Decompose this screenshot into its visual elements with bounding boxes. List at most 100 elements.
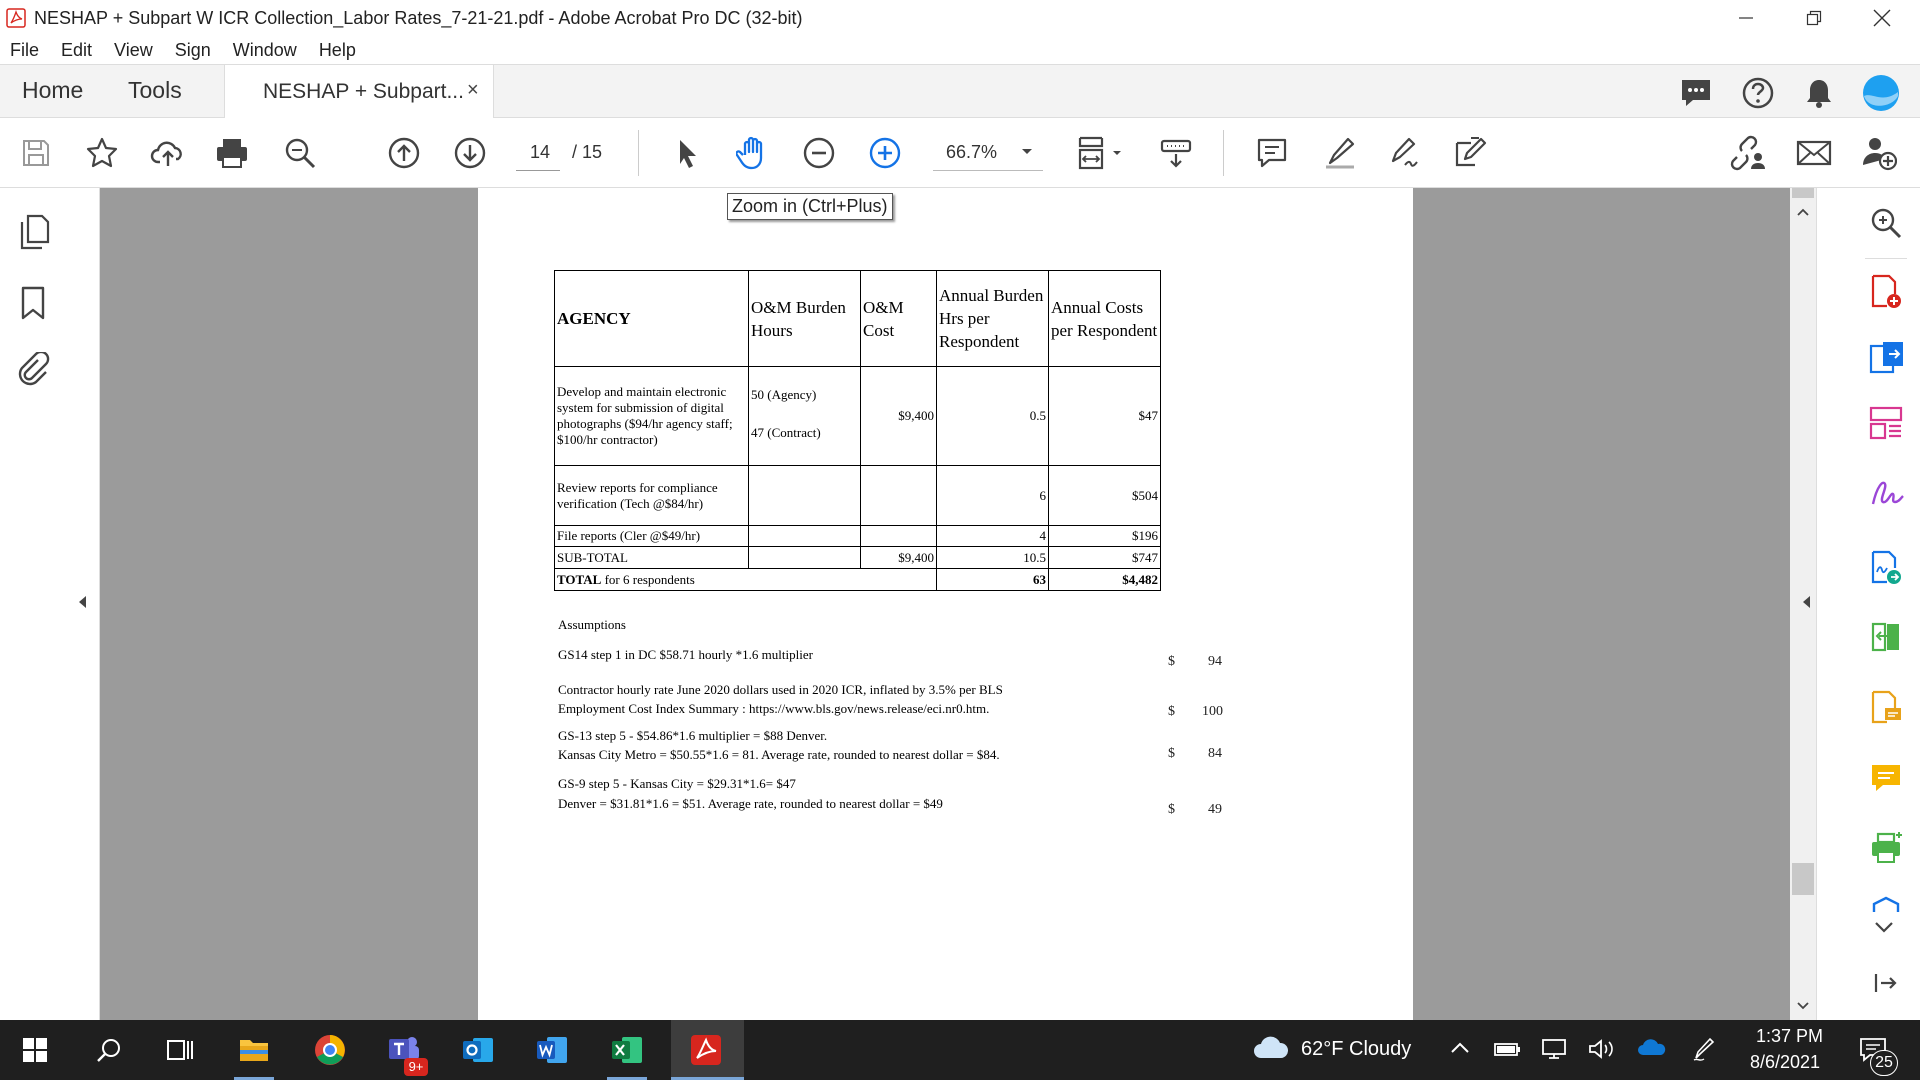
scroll-down-arrow-icon[interactable]	[1797, 1002, 1809, 1010]
search-button[interactable]	[89, 1030, 129, 1070]
bookmarks-icon[interactable]	[20, 286, 46, 320]
minimize-icon	[1739, 17, 1753, 19]
close-icon	[1873, 9, 1891, 27]
upload-cloud-button[interactable]	[149, 134, 187, 172]
assumption-line: Denver = $31.81*1.6 = $51. Average rate,…	[558, 796, 943, 811]
acrobat-button[interactable]	[686, 1030, 726, 1070]
show-hidden-icons-chevron-icon[interactable]	[1450, 1041, 1470, 1055]
volume-icon[interactable]	[1588, 1038, 1616, 1060]
excel-button[interactable]	[607, 1030, 647, 1070]
restore-button[interactable]	[1784, 0, 1844, 36]
chevron-down-icon-2[interactable]	[1112, 150, 1122, 157]
clock-time[interactable]: 1:37 PM	[1756, 1026, 1823, 1047]
clock-date[interactable]: 8/6/2021	[1750, 1052, 1820, 1073]
highlight-button[interactable]	[1321, 134, 1359, 172]
select-tool-button[interactable]	[669, 134, 707, 172]
zoom-search-icon[interactable]	[1869, 206, 1903, 240]
menu-view[interactable]: View	[114, 40, 153, 61]
hand-tool-button[interactable]	[734, 134, 772, 172]
page-fit-button[interactable]	[1074, 134, 1112, 172]
attachments-paperclip-icon[interactable]	[16, 352, 50, 386]
comment-tool-icon[interactable]	[1869, 762, 1903, 796]
row-agency-cell: File reports (Cler @$49/hr)	[554, 525, 749, 547]
menu-edit[interactable]: Edit	[61, 40, 92, 61]
table-header-row: AGENCY O&M Burden Hours O&M Cost Annual …	[554, 270, 1161, 367]
menu-file[interactable]: File	[10, 40, 39, 61]
send-for-signature-icon[interactable]	[1869, 550, 1903, 586]
network-icon[interactable]	[1541, 1038, 1569, 1060]
total-annual: $4,482	[1048, 568, 1161, 591]
tab-home[interactable]: Home	[22, 77, 83, 104]
arrow-down-circle-icon	[454, 137, 486, 169]
minimize-button[interactable]	[1716, 0, 1776, 36]
zoom-level-select[interactable]: 66.7%	[946, 142, 997, 163]
collapse-right-pane-icon[interactable]	[1801, 595, 1811, 609]
chrome-button[interactable]	[310, 1030, 350, 1070]
tab-tools[interactable]: Tools	[128, 77, 182, 104]
zoom-out-button[interactable]	[800, 134, 838, 172]
user-avatar-icon[interactable]	[1862, 74, 1900, 112]
share-review-icon[interactable]	[1869, 690, 1903, 726]
create-pdf-icon[interactable]	[1869, 274, 1903, 310]
add-user-button[interactable]	[1860, 134, 1898, 172]
zoom-in-button[interactable]	[866, 134, 904, 172]
close-button[interactable]	[1852, 0, 1912, 36]
chevron-down-icon[interactable]	[1021, 148, 1033, 156]
start-button[interactable]	[15, 1030, 55, 1070]
row-burden-cell: 6	[936, 465, 1049, 526]
protect-icon[interactable]	[1871, 896, 1901, 914]
menu-help[interactable]: Help	[319, 40, 356, 61]
export-pdf-icon[interactable]	[1869, 340, 1905, 376]
help-icon[interactable]	[1741, 76, 1775, 110]
header-om-cost: O&M Cost	[860, 270, 937, 367]
compare-files-icon[interactable]	[1869, 620, 1903, 654]
word-button[interactable]	[532, 1030, 572, 1070]
excel-icon	[612, 1037, 642, 1063]
weather-cloud-icon[interactable]	[1252, 1034, 1288, 1062]
collapse-left-pane-icon[interactable]	[77, 595, 87, 609]
scrollbar-thumb[interactable]	[1792, 863, 1814, 895]
tab-close-button[interactable]: ×	[467, 79, 479, 102]
windows-logo-icon	[23, 1038, 47, 1062]
table-row: Develop and maintain electronic system f…	[554, 366, 1161, 466]
fill-sign-button[interactable]	[1386, 134, 1424, 172]
battery-icon[interactable]	[1493, 1039, 1521, 1059]
scrollbar-top-marker	[1792, 188, 1814, 198]
menu-sign[interactable]: Sign	[175, 40, 211, 61]
menu-window[interactable]: Window	[233, 40, 297, 61]
file-explorer-button[interactable]	[234, 1030, 274, 1070]
share-link-button[interactable]	[1729, 134, 1767, 172]
save-button[interactable]	[17, 134, 55, 172]
page-number-input[interactable]: 14	[530, 142, 550, 163]
email-button[interactable]	[1795, 134, 1833, 172]
zoom-in-tooltip: Zoom in (Ctrl+Plus)	[727, 193, 893, 220]
weather-text[interactable]: 62°F Cloudy	[1301, 1038, 1411, 1061]
tab-document[interactable]: NESHAP + Subpart... ×	[224, 65, 494, 119]
total-burden: 63	[936, 568, 1049, 591]
assumption-value: 94	[1208, 654, 1222, 669]
expand-pane-icon[interactable]	[1873, 972, 1899, 994]
task-view-button[interactable]	[160, 1030, 200, 1070]
more-tools-chevron-down-icon[interactable]	[1873, 920, 1895, 934]
toolbar-divider-2	[1223, 130, 1224, 176]
previous-page-button[interactable]	[385, 134, 423, 172]
onedrive-cloud-icon[interactable]	[1636, 1039, 1666, 1057]
outlook-button[interactable]	[458, 1030, 498, 1070]
total-rest: for 6 respondents	[604, 571, 695, 587]
organize-pages-icon[interactable]	[1869, 406, 1903, 440]
print-production-icon[interactable]	[1869, 830, 1905, 866]
pen-workspace-icon[interactable]	[1692, 1036, 1716, 1062]
add-comment-button[interactable]	[1253, 134, 1291, 172]
window-title: NESHAP + Subpart W ICR Collection_Labor …	[34, 7, 803, 28]
edit-pdf-button[interactable]	[1451, 134, 1489, 172]
scroll-up-arrow-icon[interactable]	[1797, 208, 1809, 216]
fill-sign-pen-icon[interactable]	[1869, 476, 1905, 510]
find-button[interactable]	[281, 134, 319, 172]
bookmark-star-button[interactable]	[83, 134, 121, 172]
print-button[interactable]	[213, 134, 251, 172]
notification-bell-icon[interactable]	[1804, 77, 1834, 109]
comment-chat-icon[interactable]	[1679, 77, 1713, 109]
next-page-button[interactable]	[451, 134, 489, 172]
scroll-mode-button[interactable]	[1157, 134, 1195, 172]
page-thumbnails-icon[interactable]	[18, 214, 50, 250]
